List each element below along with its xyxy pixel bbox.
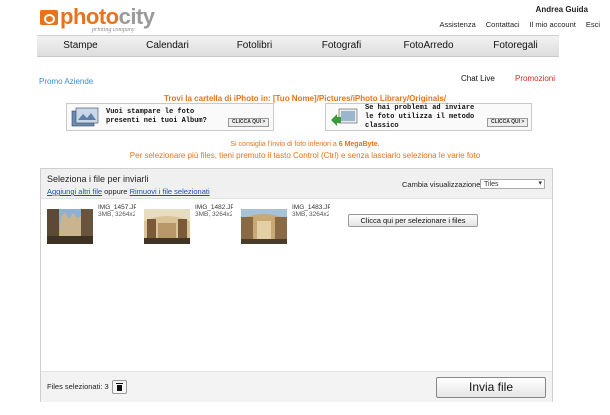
logo-tagline: printing company: [92, 27, 135, 33]
size-hint-text: Si consiglia l'invio di foto inferiori a: [230, 141, 337, 148]
link-contattaci[interactable]: Contattaci: [486, 20, 520, 29]
classic-method-banner[interactable]: Se hai problemi ad inviare le foto utili…: [325, 103, 532, 131]
upload-panel: Seleziona i file per inviarli Aggiungi a…: [40, 168, 553, 402]
nav-fotografi[interactable]: Fotografi: [298, 36, 385, 56]
link-my-account[interactable]: Il mio account: [530, 20, 576, 29]
view-label: Cambia visualizzazione: [402, 180, 481, 189]
size-hint: Si consiglia l'invio di foto inferiori a…: [0, 141, 610, 148]
file-thumbnail: [47, 209, 93, 244]
remove-files-link[interactable]: Rimuovi i file selezionati: [130, 187, 210, 196]
or-text: oppure: [104, 187, 128, 196]
trash-icon[interactable]: [112, 380, 127, 394]
link-esci[interactable]: Esci: [586, 20, 600, 29]
size-hint-value: 6 MegaByte.: [338, 141, 380, 148]
file-thumbnail: [241, 209, 287, 244]
promozioni-link[interactable]: Promozioni: [515, 74, 555, 83]
files-selected-status: Files selezionati: 3: [47, 382, 109, 391]
send-files-button[interactable]: Invia file: [436, 377, 546, 398]
link-assistenza[interactable]: Assistenza: [439, 20, 475, 29]
nav-fotoarredo[interactable]: FotoArredo: [385, 36, 472, 56]
camera-logo-icon: [40, 9, 58, 25]
photo-album-icon: [71, 107, 99, 127]
file-meta: 3MB, 3264x2448: [292, 211, 329, 218]
nav-fotoregali[interactable]: Fotoregali: [472, 36, 559, 56]
upload-panel-title: Seleziona i file per inviarli: [47, 174, 149, 184]
add-files-link[interactable]: Aggiungi altri file: [47, 187, 102, 196]
file-list: IMG_1457.JPG 3MB, 3264x2448 IMG_1482.JPG…: [41, 199, 552, 371]
nav-fotolibri[interactable]: Fotolibri: [211, 36, 298, 56]
promo-aziende-link[interactable]: Promo Aziende: [39, 77, 93, 86]
banner-classic-text: Se hai problemi ad inviare le foto utili…: [365, 103, 475, 130]
file-name: IMG_1457.JPG: [98, 204, 136, 211]
banner-album-text: Vuoi stampare le foto presenti nei tuoi …: [106, 108, 207, 125]
file-actions: Aggiungi altri file oppure Rimuovi i fil…: [47, 187, 210, 196]
iphoto-album-banner[interactable]: Vuoi stampare le foto presenti nei tuoi …: [66, 103, 274, 131]
upload-arrow-icon: [331, 108, 358, 126]
iphoto-folder-hint: Trovi la cartella di iPhoto in: [Tuo Nom…: [163, 94, 447, 103]
files-selected-label: Files selezionati:: [47, 382, 103, 391]
top-links: Assistenza Contattaci Il mio account Esc…: [439, 20, 600, 29]
user-name: Andrea Guida: [535, 5, 588, 14]
banner-album-button[interactable]: CLICCA QUI >: [228, 117, 270, 127]
banner-classic-button[interactable]: CLICCA QUI >: [487, 117, 529, 127]
nav-stampe[interactable]: Stampe: [37, 36, 124, 56]
multi-select-hint: Per selezionare più files, tieni premuto…: [129, 151, 481, 160]
main-nav: Stampe Calendari Fotolibri Fotografi Fot…: [37, 35, 559, 57]
files-selected-count: 3: [104, 382, 109, 391]
file-meta: 3MB, 3264x2448: [98, 211, 135, 218]
file-name: IMG_1482.JPG: [195, 204, 233, 211]
select-files-button[interactable]: Clicca qui per selezionare i files: [348, 214, 478, 227]
upload-panel-footer: Files selezionati: 3 Invia file: [41, 371, 552, 402]
upload-panel-header: Seleziona i file per inviarli Aggiungi a…: [41, 169, 552, 199]
file-name: IMG_1483.JPG: [292, 204, 330, 211]
chat-live-link[interactable]: Chat Live: [461, 74, 495, 83]
file-meta: 3MB, 3264x2448: [195, 211, 232, 218]
view-select[interactable]: Tiles: [480, 179, 545, 189]
file-thumbnail: [144, 209, 190, 244]
nav-calendari[interactable]: Calendari: [124, 36, 211, 56]
